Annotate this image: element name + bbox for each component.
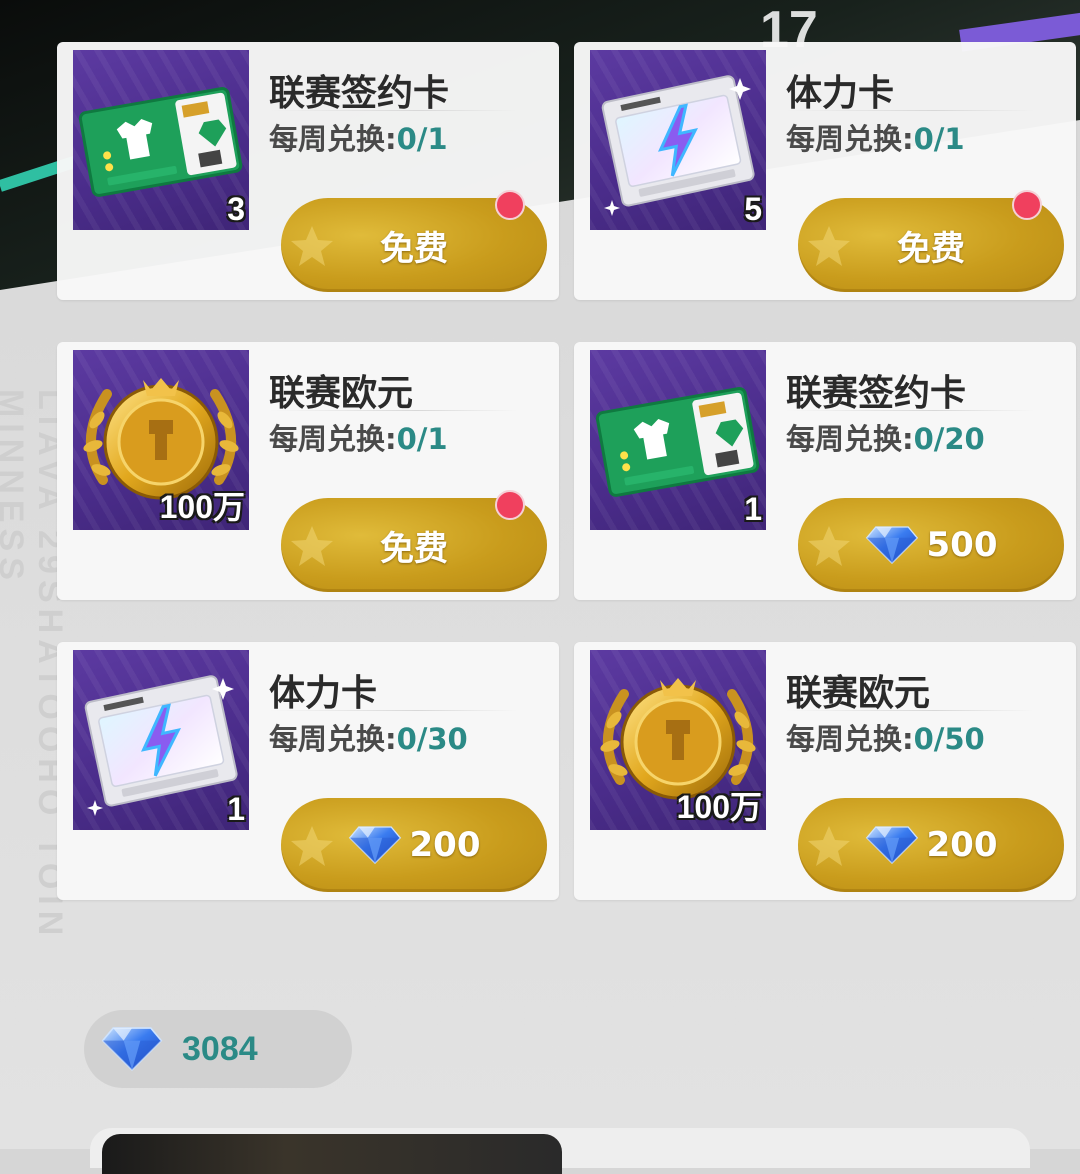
buy-button[interactable]: 200: [281, 798, 547, 892]
title-divider: [786, 110, 1034, 111]
star-badge-icon: [289, 524, 335, 568]
exchange-limit-label: 每周兑换:: [786, 422, 914, 456]
exchange-limit: 每周兑换:0/1: [269, 116, 448, 158]
price-label: 200: [926, 825, 998, 865]
star-badge-icon: [806, 224, 852, 268]
exchange-limit: 每周兑换:0/20: [786, 416, 985, 458]
item-title: 体力卡: [786, 73, 895, 114]
exchange-limit-value: 0/30: [396, 722, 468, 756]
notification-dot: [495, 190, 525, 220]
diamond-icon: [100, 1026, 164, 1072]
item-thumbnail: 1: [590, 350, 766, 530]
exchange-limit: 每周兑换:0/1: [269, 416, 448, 458]
star-badge-icon: [806, 824, 852, 868]
league-contract-card-icon: [73, 50, 249, 230]
notification-dot: [495, 490, 525, 520]
exchange-limit-value: 0/50: [913, 722, 985, 756]
price-label: 500: [926, 525, 998, 565]
item-quantity: 1: [744, 491, 762, 527]
item-thumbnail: 5: [590, 50, 766, 230]
item-quantity: 3: [227, 191, 245, 227]
title-divider: [269, 710, 517, 711]
item-thumbnail: 100万: [73, 350, 249, 530]
item-thumbnail: 3: [73, 50, 249, 230]
buy-button[interactable]: 200: [798, 798, 1064, 892]
item-quantity: 5: [744, 191, 762, 227]
item-title: 联赛欧元: [269, 373, 414, 414]
shop-item-card: 1 体力卡 每周兑换:0/30 200: [57, 642, 559, 900]
notification-dot: [1012, 190, 1042, 220]
shop-item-card: 100万 联赛欧元 每周兑换:0/50 200: [574, 642, 1076, 900]
item-quantity: 100万: [676, 789, 762, 825]
title-divider: [269, 410, 517, 411]
star-badge-icon: [289, 824, 335, 868]
title-divider: [269, 110, 517, 111]
shop-item-card: 3 联赛签约卡 每周兑换:0/1 免费: [57, 42, 559, 300]
diamond-icon: [865, 825, 919, 865]
diamond-icon: [865, 525, 919, 565]
price-label: 200: [409, 825, 481, 865]
star-badge-icon: [806, 524, 852, 568]
exchange-limit-value: 0/1: [396, 422, 448, 456]
title-divider: [786, 410, 1034, 411]
item-thumbnail: 1: [73, 650, 249, 830]
exchange-limit: 每周兑换:0/30: [269, 716, 468, 758]
bottom-panel: [90, 1128, 1030, 1174]
exchange-limit-label: 每周兑换:: [269, 722, 397, 756]
shop-item-card: 5 体力卡 每周兑换:0/1 免费: [574, 42, 1076, 300]
item-quantity: 1: [227, 791, 245, 827]
price-label: 免费: [380, 528, 448, 569]
exchange-limit-value: 0/1: [913, 122, 965, 156]
item-title: 联赛欧元: [786, 673, 931, 714]
price-label: 免费: [380, 228, 448, 269]
shop-item-card: 100万 联赛欧元 每周兑换:0/1 免费: [57, 342, 559, 600]
item-title: 联赛签约卡: [786, 373, 967, 414]
title-divider: [786, 710, 1034, 711]
bottom-panel-banner: [102, 1134, 562, 1174]
item-thumbnail: 100万: [590, 650, 766, 830]
exchange-limit-value: 0/20: [913, 422, 985, 456]
league-contract-card-icon: [590, 350, 766, 530]
exchange-limit: 每周兑换:0/50: [786, 716, 985, 758]
star-badge-icon: [289, 224, 335, 268]
exchange-limit-label: 每周兑换:: [269, 422, 397, 456]
item-title: 联赛签约卡: [269, 73, 450, 114]
claim-free-button[interactable]: 免费: [281, 190, 547, 292]
item-title: 体力卡: [269, 673, 378, 714]
diamond-icon: [348, 825, 402, 865]
price-label: 免费: [897, 228, 965, 269]
buy-button[interactable]: 500: [798, 498, 1064, 592]
diamond-amount: 3084: [182, 1029, 258, 1068]
shop-item-card: 1 联赛签约卡 每周兑换:0/20 500: [574, 342, 1076, 600]
exchange-limit: 每周兑换:0/1: [786, 116, 965, 158]
exchange-limit-label: 每周兑换:: [786, 722, 914, 756]
exchange-limit-label: 每周兑换:: [786, 122, 914, 156]
stamina-card-icon: [73, 650, 249, 830]
diamond-balance[interactable]: 3084: [84, 1010, 352, 1088]
claim-free-button[interactable]: 免费: [281, 490, 547, 592]
item-quantity: 100万: [159, 489, 245, 525]
exchange-limit-label: 每周兑换:: [269, 122, 397, 156]
exchange-limit-value: 0/1: [396, 122, 448, 156]
stamina-card-icon: [590, 50, 766, 230]
claim-free-button[interactable]: 免费: [798, 190, 1064, 292]
